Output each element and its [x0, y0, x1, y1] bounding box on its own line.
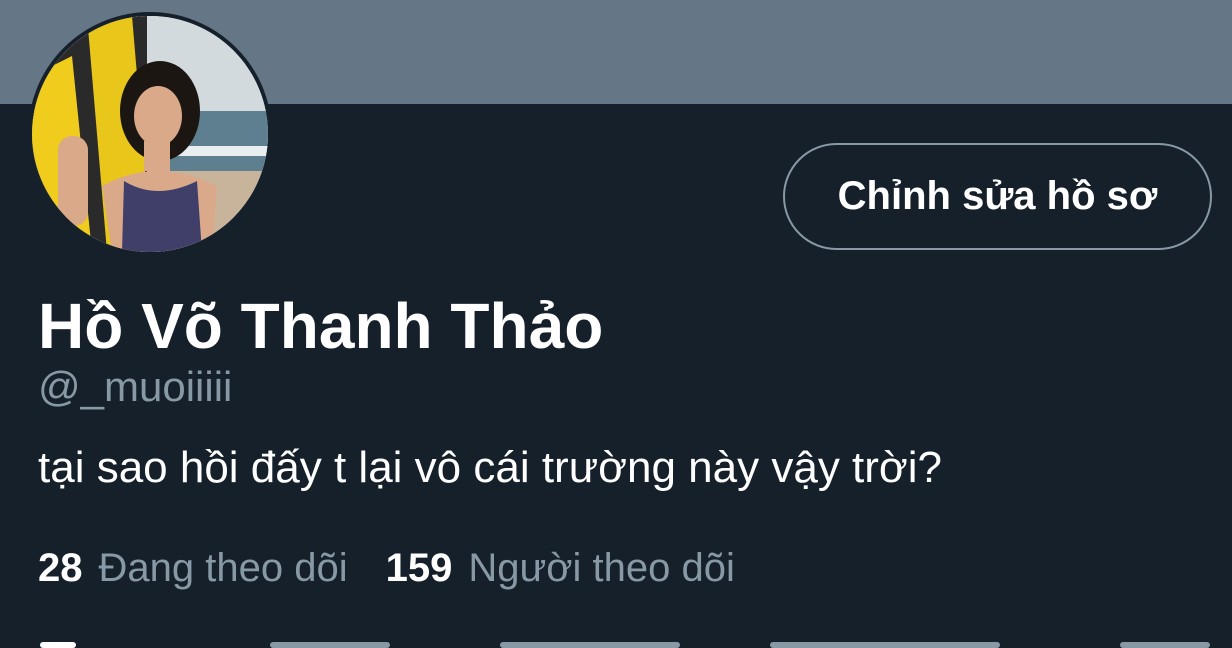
following-link[interactable]: 28 Đang theo dõi	[38, 546, 348, 591]
following-label: Đang theo dõi	[98, 545, 348, 590]
tab-cut-off[interactable]	[40, 642, 76, 648]
following-count: 28	[38, 545, 83, 590]
profile-page: Chỉnh sửa hồ sơ Hồ Võ Thanh Thảo @_muoii…	[0, 0, 1232, 648]
followers-link[interactable]: 159 Người theo dõi	[386, 546, 735, 591]
edit-profile-button[interactable]: Chỉnh sửa hồ sơ	[783, 143, 1212, 250]
followers-count: 159	[385, 545, 453, 590]
display-name: Hồ Võ Thanh Thảo	[38, 290, 604, 362]
username-handle: @_muoiiiii	[38, 363, 233, 410]
followers-label: Người theo dõi	[468, 545, 735, 590]
tab-cut-off[interactable]	[270, 642, 390, 648]
tab-cut-off[interactable]	[1120, 642, 1210, 648]
tab-cut-off[interactable]	[500, 642, 680, 648]
tab-cut-off[interactable]	[770, 642, 1000, 648]
avatar-photo	[32, 16, 268, 252]
profile-bio: tại sao hồi đấy t lại vô cái trường này …	[38, 443, 943, 492]
follow-stats: 28 Đang theo dõi 159 Người theo dõi	[38, 542, 735, 594]
profile-avatar[interactable]	[28, 12, 272, 256]
profile-tabs-cut-off	[0, 636, 1232, 648]
